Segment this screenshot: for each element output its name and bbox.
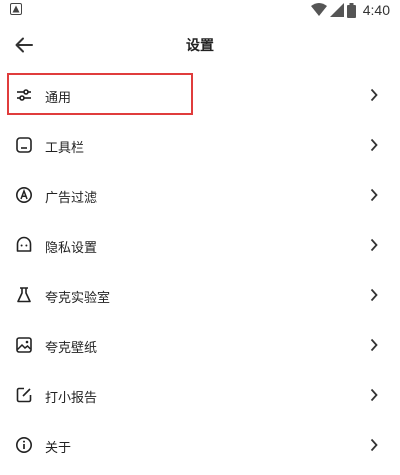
privacy-icon [14, 235, 34, 255]
info-icon [14, 435, 34, 455]
settings-item-privacy[interactable]: 隐私设置 [0, 220, 400, 270]
settings-item-wallpaper[interactable]: 夸克壁纸 [0, 320, 400, 370]
settings-item-feedback[interactable]: 打小报告 [0, 370, 400, 420]
settings-item-toolbar[interactable]: 工具栏 [0, 120, 400, 170]
chevron-right-icon [370, 138, 378, 152]
notification-icon [10, 3, 22, 15]
settings-item-label: 广告过滤 [45, 191, 98, 206]
settings-item-label: 隐私设置 [45, 241, 98, 256]
ad-filter-icon [14, 185, 34, 205]
settings-item-about[interactable]: 关于 [0, 420, 400, 470]
chevron-right-icon [370, 338, 378, 352]
settings-item-label: 打小报告 [45, 391, 98, 406]
chevron-right-icon [370, 438, 378, 452]
battery-icon [346, 2, 356, 18]
toolbar-icon [14, 135, 34, 155]
page-title: 设置 [186, 38, 214, 54]
settings-item-lab[interactable]: 夸克实验室 [0, 270, 400, 320]
chevron-right-icon [370, 238, 378, 252]
status-time: 4:40 [362, 2, 390, 18]
settings-list: 通用 工具栏 广告过滤 隐私设置 夸克实验室 夸克壁纸 打小报告 关于 [0, 70, 400, 470]
settings-item-ad-filter[interactable]: 广告过滤 [0, 170, 400, 220]
sliders-icon [14, 85, 34, 105]
settings-item-label: 通用 [45, 91, 72, 106]
wifi-icon [310, 3, 327, 16]
chevron-right-icon [370, 188, 378, 202]
flask-icon [14, 285, 34, 305]
chevron-right-icon [370, 288, 378, 302]
wallpaper-icon [14, 335, 34, 355]
chevron-right-icon [370, 388, 378, 402]
chevron-right-icon [370, 88, 378, 102]
feedback-icon [14, 385, 34, 405]
app-bar: 设置 [0, 22, 400, 68]
settings-item-label: 夸克壁纸 [45, 341, 98, 356]
settings-item-label: 工具栏 [45, 141, 85, 156]
settings-item-general[interactable]: 通用 [0, 70, 400, 120]
status-bar: 4:40 [0, 0, 400, 22]
signal-icon [329, 3, 344, 17]
status-indicators: 4:40 [310, 2, 390, 18]
settings-item-label: 关于 [45, 441, 72, 456]
settings-item-label: 夸克实验室 [45, 291, 111, 306]
